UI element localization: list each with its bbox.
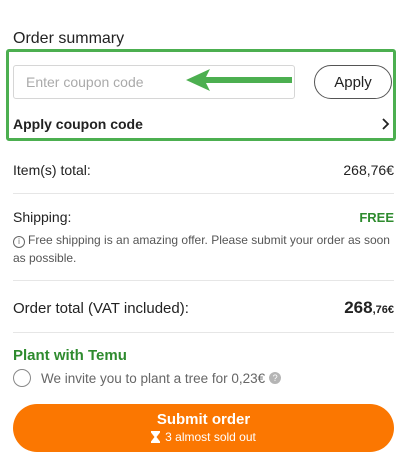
submit-order-label: Submit order [156,411,251,428]
items-total-label: Item(s) total: [13,162,91,178]
divider [13,193,394,194]
shipping-note-text: Free shipping is an amazing offer. Pleas… [13,233,390,265]
arrow-left-icon [186,69,292,91]
help-icon[interactable]: ? [269,372,282,384]
plant-text: We invite you to plant a tree for 0,23€ [41,370,266,386]
items-total-value: 268,76€ [343,162,394,178]
shipping-row: Shipping: FREE [13,209,394,225]
submit-order-sub: 3 almost sold out [151,429,256,445]
apply-button[interactable]: Apply [314,65,392,99]
shipping-note: i Free shipping is an amazing offer. Plea… [13,231,391,267]
divider [13,280,394,281]
apply-coupon-label: Apply coupon code [13,116,143,132]
divider [13,332,394,333]
order-total-value: 268,76€ [344,298,394,318]
order-summary-title: Order summary [13,30,125,47]
hourglass-icon [151,431,161,443]
order-total-decimal: ,76€ [372,304,394,316]
plant-radio[interactable] [13,369,31,387]
items-total-row: Item(s) total: 268,76€ [13,162,394,178]
plant-title: Plant with Temu [13,347,127,364]
order-total-label: Order total (VAT included): [13,300,189,317]
shipping-value: FREE [359,210,394,225]
submit-order-sub-text: 3 almost sold out [165,430,256,444]
shipping-label: Shipping: [13,209,72,225]
chevron-right-icon [382,118,390,130]
plant-option[interactable]: We invite you to plant a tree for 0,23€ … [13,369,282,387]
info-icon: i [13,236,25,248]
order-total-integer: 268 [344,298,373,317]
apply-coupon-link[interactable]: Apply coupon code [13,114,391,134]
submit-order-button[interactable]: Submit order 3 almost sold out [13,404,394,452]
order-total-row: Order total (VAT included): 268,76€ [13,298,394,318]
